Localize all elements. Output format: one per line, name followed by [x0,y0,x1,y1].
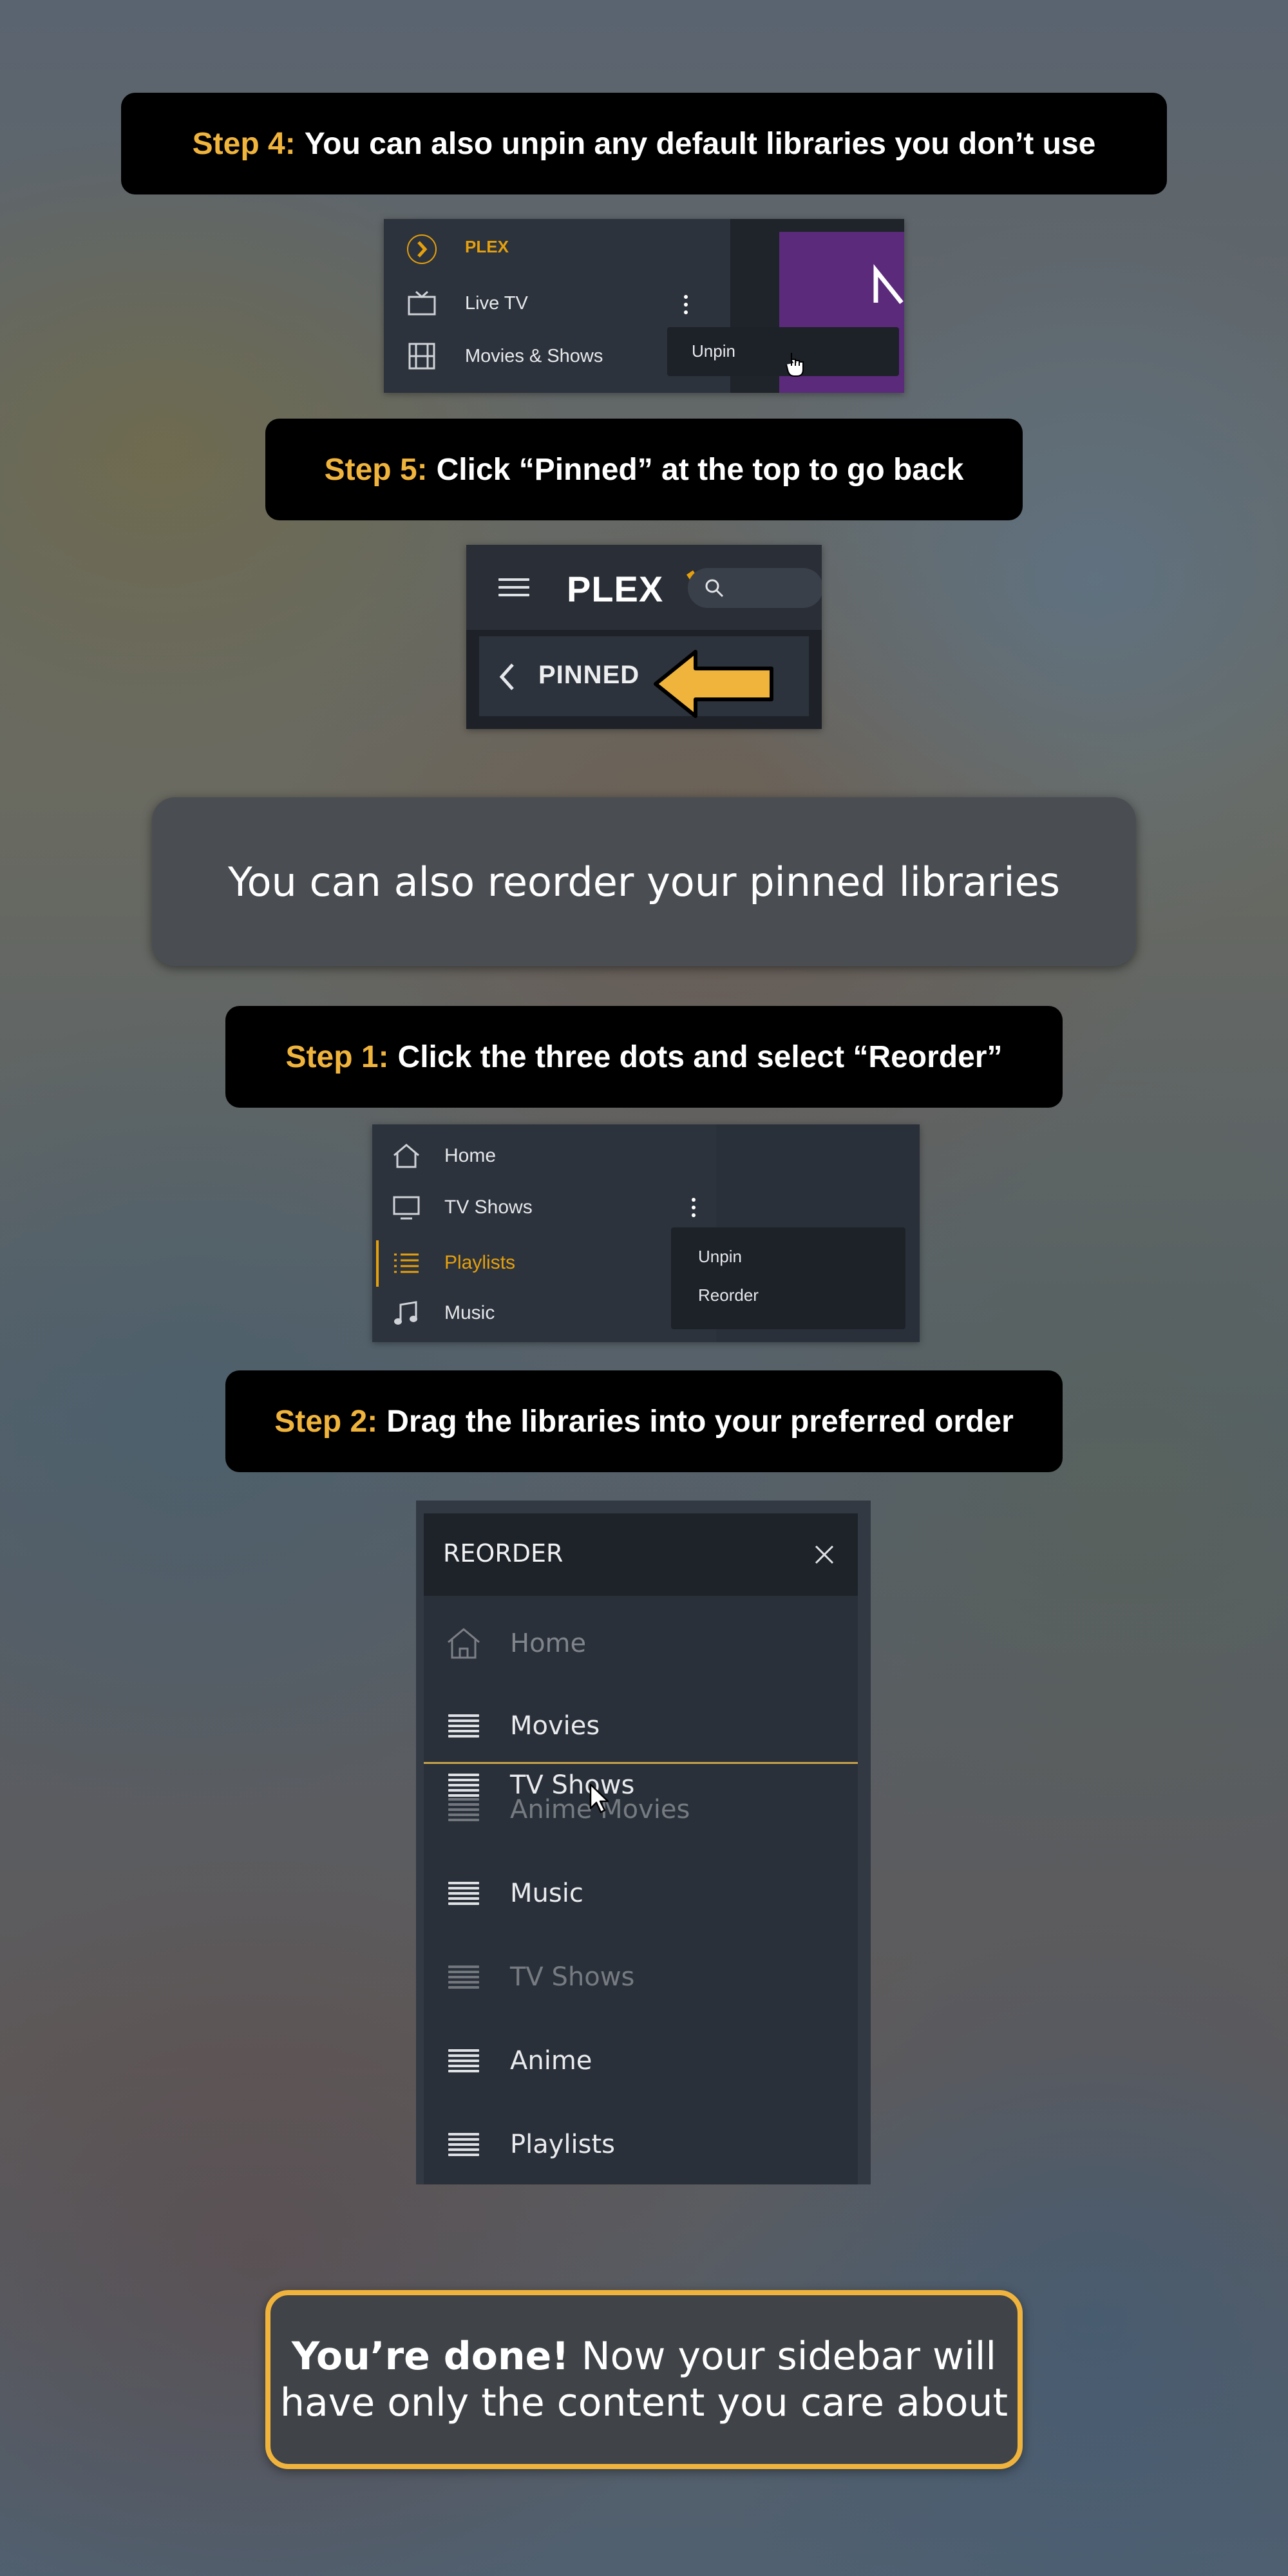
reorder-panel: REORDER Home Movies Anime Movies TV Show… [424,1513,858,2184]
context-menu: Unpin Reorder [671,1227,905,1329]
sidebar-item-label: Live TV [465,292,528,314]
step-label: Step 1: [285,1039,389,1074]
reorder-row-label: Playlists [510,2130,616,2159]
step-label: Step 5: [324,452,428,487]
screenshot-pinned: PLEX PINNED [466,545,822,729]
chevron-left-icon [499,663,514,690]
sidebar-item-label: Home [444,1145,497,1166]
more-options-icon[interactable] [692,1198,696,1217]
banner-text: You can also reorder your pinned librari… [227,858,1061,905]
active-indicator [376,1240,379,1287]
step-label: Step 4: [192,126,296,161]
done-callout: You’re done! Now your sidebar will have … [265,2290,1023,2469]
drag-handle-icon[interactable] [448,2049,479,2072]
hand-cursor-icon [786,353,804,377]
reorder-row-label: Home [510,1629,587,1658]
plex-logo-icon [407,234,437,264]
sidebar-item-label: Movies & Shows [465,345,603,366]
sidebar-item-label: Music [444,1302,495,1323]
search-icon [705,579,724,598]
drop-indicator [424,1762,858,1764]
monitor-icon [393,1196,420,1220]
dragging-label: TV Shows [510,1770,635,1800]
step-text: Click “Pinned” at the top to go back [436,452,964,487]
step-text: Click the three dots and select “Reorder… [397,1039,1003,1074]
reorder-row-label: Movies [510,1711,600,1741]
drag-handle-icon[interactable] [448,2133,479,2156]
music-icon [394,1301,417,1325]
step-label: Step 2: [274,1404,378,1439]
drag-handle-icon[interactable] [448,1965,479,1989]
sidebar-item-music[interactable]: Music [392,1298,701,1328]
film-icon [408,343,435,370]
done-text-2: have only the content you care about [279,2380,1009,2425]
close-icon[interactable] [814,1544,835,1565]
dragging-item[interactable]: TV Shows [446,1767,845,1803]
done-text-1: Now your sidebar will [581,2334,997,2379]
drag-handle-icon[interactable] [448,1882,479,1905]
plex-brand: PLEX [465,237,509,256]
pinned-label: PINNED [538,661,640,689]
sidebar-item-label: TV Shows [444,1197,533,1218]
sidebar-item-home[interactable]: Home [392,1141,701,1171]
screenshot-unpin: PLEX Live TV Movies & Shows Unpin [384,219,904,393]
drag-handle-icon[interactable] [448,1714,479,1738]
mouse-cursor-icon [589,1783,609,1814]
home-icon [448,1628,480,1659]
plex-logo: PLEX [567,569,664,609]
sidebar-item-live-tv[interactable]: Live TV [407,289,716,318]
screenshot-reorder-menu: Home TV Shows Playlists Music Unpin Reor… [372,1124,920,1342]
reorder-row-label: Anime [510,2046,592,2076]
reorder-row-movies[interactable]: Movies [446,1708,845,1744]
step-5-callout: Step 5: Click “Pinned” at the top to go … [265,419,1023,520]
sidebar-item-playlists[interactable]: Playlists [392,1248,701,1278]
arrow-pointer-icon [654,650,773,718]
done-bold: You’re done! [291,2334,569,2379]
sidebar-item-tv-shows[interactable]: TV Shows [392,1193,701,1222]
drag-handle-icon[interactable] [448,1774,479,1797]
reorder-row-label: Music [510,1879,583,1908]
step-1-callout: Step 1: Click the three dots and select … [225,1006,1063,1108]
reorder-row-anime[interactable]: Anime [446,2043,845,2079]
list-icon [394,1253,419,1273]
sidebar-item-label: Playlists [444,1252,516,1273]
more-options-icon[interactable] [684,295,688,314]
menu-item-unpin[interactable]: Unpin [698,1247,742,1267]
step-text: Drag the libraries into your preferred o… [386,1404,1014,1439]
done-line-1: You’re done! Now your sidebar will [292,2333,996,2380]
step-4-callout: Step 4: You can also unpin any default l… [121,93,1167,194]
reorder-row-playlists[interactable]: Playlists [446,2126,845,2163]
menu-item-unpin[interactable]: Unpin [692,341,735,361]
reorder-row-tv-shows[interactable]: TV Shows [446,1959,845,1995]
reorder-row-label: TV Shows [510,1962,635,1992]
reorder-header: REORDER [424,1513,858,1596]
home-icon [393,1144,419,1168]
tv-icon [408,290,436,316]
context-menu: Unpin [667,327,899,376]
reorder-row-home: Home [446,1625,845,1662]
hamburger-menu-icon[interactable] [498,578,529,596]
step-text: You can also unpin any default libraries… [304,126,1096,161]
menu-item-reorder[interactable]: Reorder [698,1285,759,1305]
reorder-title: REORDER [443,1539,564,1567]
search-input[interactable] [688,568,822,608]
reorder-row-music[interactable]: Music [446,1875,845,1911]
reorder-banner: You can also reorder your pinned librari… [152,797,1136,966]
step-2-callout: Step 2: Drag the libraries into your pre… [225,1370,1063,1472]
